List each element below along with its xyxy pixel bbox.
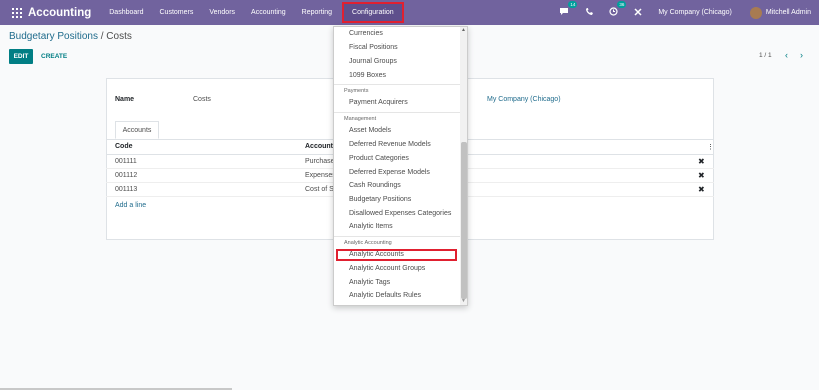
menu-dashboard[interactable]: Dashboard [101,0,151,25]
column-header-code[interactable]: Code [115,143,133,150]
row-code: 001112 [115,172,138,179]
optional-columns-icon[interactable]: ⋮ [707,143,714,151]
menu-item-analytic-defaults-rules[interactable]: Analytic Defaults Rules [349,292,421,299]
menu-customers[interactable]: Customers [152,0,202,25]
row-code: 001111 [115,158,137,165]
menu-item-disallowed-expenses-categories[interactable]: Disallowed Expenses Categories [349,210,451,217]
top-navbar: Accounting Dashboard Customers Vendors A… [0,0,819,25]
tools-icon[interactable] [634,7,642,18]
menu-divider [334,84,460,85]
pager-value[interactable]: 1 / 1 [759,52,772,59]
menu-item-payment-acquirers[interactable]: Payment Acquirers [349,99,408,106]
menu-vendors[interactable]: Vendors [201,0,243,25]
delete-row-icon[interactable]: ✖ [698,171,705,180]
row-account: Expenses [305,172,336,179]
menu-header-management: Management [344,116,377,122]
menu-item-analytic-account-groups[interactable]: Analytic Account Groups [349,265,425,272]
name-label: Name [115,96,135,103]
column-header-account[interactable]: Account [305,143,333,150]
pager-previous-button[interactable]: ‹ [785,50,788,60]
menu-item-asset-models[interactable]: Asset Models [349,127,391,134]
menu-divider [334,236,460,237]
tab-accounts[interactable]: Accounts [115,121,159,139]
scroll-up-arrow-icon[interactable]: ▲ [461,27,466,33]
menu-item-analytic-accounts[interactable]: Analytic Accounts [349,251,404,258]
menu-configuration[interactable]: Configuration [342,2,404,23]
name-value: Costs [193,96,211,103]
menu-reporting[interactable]: Reporting [294,0,340,25]
menu-item-currencies[interactable]: Currencies [349,30,383,37]
menu-item-cash-roundings[interactable]: Cash Roundings [349,182,401,189]
delete-row-icon[interactable]: ✖ [698,185,705,194]
menu-item-journal-groups[interactable]: Journal Groups [349,58,397,65]
delete-row-icon[interactable]: ✖ [698,157,705,166]
menu-accounting[interactable]: Accounting [243,0,294,25]
user-menu[interactable]: Mitchell Admin [766,9,811,16]
pager-next-button[interactable]: › [800,50,803,60]
messages-badge: 14 [568,1,578,8]
row-code: 001113 [115,186,138,193]
company-field-link[interactable]: My Company (Chicago) [487,96,561,103]
row-account: Cost of S [305,186,334,193]
navbar-systray: 14 36 My Company (Chicago) Mitchell Admi… [551,0,819,25]
phone-icon[interactable] [585,7,594,18]
avatar[interactable] [749,6,762,19]
app-title[interactable]: Accounting [28,7,91,19]
dropdown-scrollbar-thumb[interactable] [461,142,467,299]
menu-item-fiscal-positions[interactable]: Fiscal Positions [349,44,398,51]
menu-item-analytic-items[interactable]: Analytic Items [349,223,393,230]
edit-button[interactable]: EDIT [9,49,33,64]
menu-item-budgetary-positions[interactable]: Budgetary Positions [349,196,411,203]
company-switcher[interactable]: My Company (Chicago) [658,9,732,16]
menu-item-analytic-tags[interactable]: Analytic Tags [349,279,390,286]
breadcrumb-current: Costs [106,31,132,42]
configuration-dropdown: Currencies Fiscal Positions Journal Grou… [333,26,468,306]
activity-clock-icon[interactable]: 36 [609,1,627,18]
breadcrumb-parent[interactable]: Budgetary Positions [9,31,98,42]
add-line-link[interactable]: Add a line [115,202,146,209]
apps-grid-icon[interactable] [8,7,26,18]
menu-divider [334,112,460,113]
create-button[interactable]: CREATE [41,49,67,64]
scroll-down-arrow-icon[interactable]: ▼ [461,298,466,304]
menu-item-deferred-expense-models[interactable]: Deferred Expense Models [349,169,430,176]
menu-item-deferred-revenue-models[interactable]: Deferred Revenue Models [349,141,431,148]
menu-item-product-categories[interactable]: Product Categories [349,155,409,162]
menu-header-payments: Payments [344,88,369,94]
breadcrumb: Budgetary Positions / Costs [9,31,132,42]
activities-badge: 36 [617,1,627,8]
menu-header-analytic-accounting: Analytic Accounting [344,240,392,246]
menu-item-1099-boxes[interactable]: 1099 Boxes [349,72,386,79]
messages-icon[interactable]: 14 [559,1,578,18]
row-account: Purchase [305,158,335,165]
